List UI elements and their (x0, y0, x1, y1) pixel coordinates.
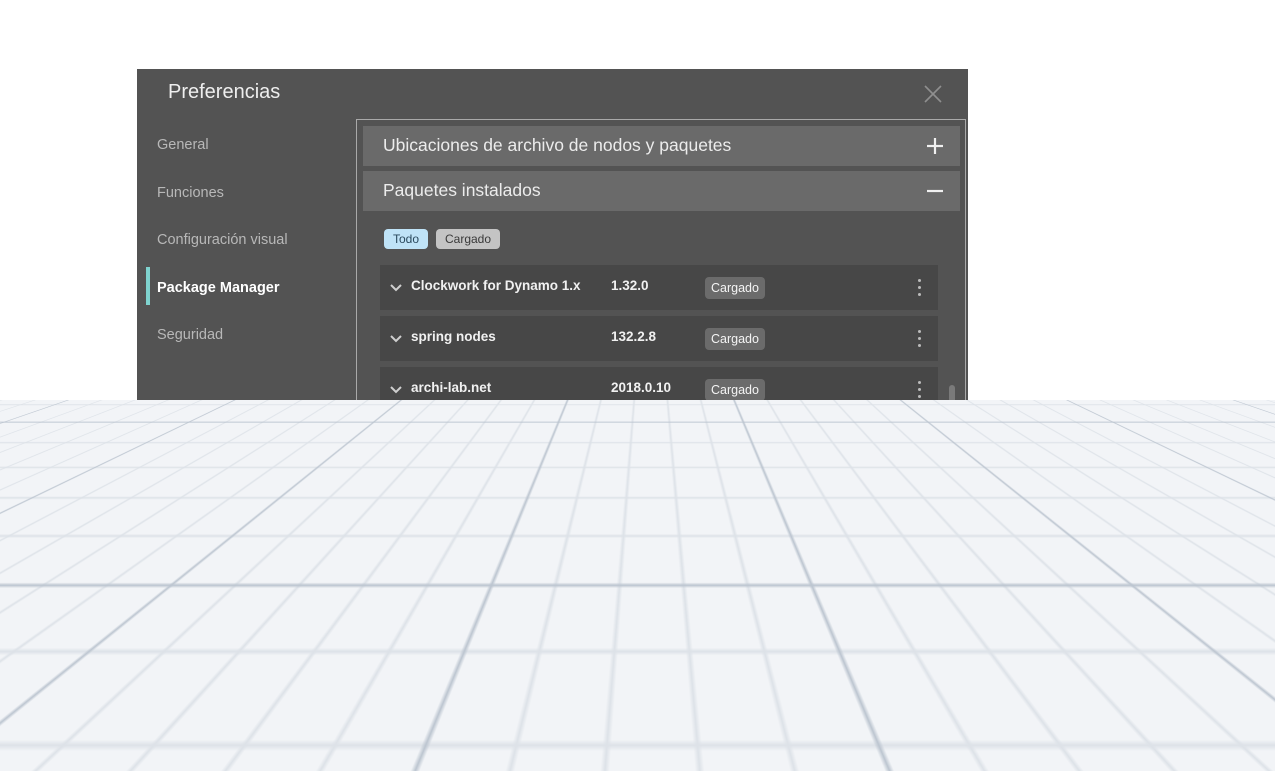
annotation-connector (1108, 627, 1168, 630)
preferences-dialog: Preferencias General Funciones Configura… (137, 69, 968, 668)
package-name: Clockwork for Dynamo 1.x (411, 278, 581, 293)
package-name: archi-lab.net (411, 380, 492, 395)
delete-highlight (924, 582, 1108, 609)
more-options-icon[interactable] (916, 481, 924, 503)
more-options-icon[interactable] (916, 430, 924, 452)
package-row[interactable]: ZeroTouchEssentialsTS 2014.0.1 Cargado (380, 469, 938, 514)
minus-icon[interactable] (926, 182, 944, 200)
chevron-down-icon[interactable] (390, 385, 402, 395)
package-row[interactable]: spring nodes 132.2.8 Cargado (380, 316, 938, 361)
package-version: 2014.0.1 (611, 482, 664, 497)
nav-item-general[interactable]: General (157, 137, 209, 153)
menu-item-publish-version[interactable]: Publicar versión... (933, 649, 1032, 663)
section-header-installed-packages[interactable]: Paquetes instalados (363, 171, 960, 211)
annotation-badge-delete: 3 (1186, 578, 1220, 612)
package-name: spring nodes (411, 329, 496, 344)
scrollbar[interactable] (949, 385, 955, 563)
chevron-down-icon[interactable] (390, 436, 402, 446)
dialog-title: Preferencias (168, 81, 281, 103)
menu-item-deprecate: Declarar obsoleto (933, 677, 1031, 691)
plus-icon[interactable] (926, 137, 944, 155)
package-name: CustomNodeModel (411, 533, 534, 548)
more-options-icon[interactable] (916, 277, 924, 299)
chevron-down-icon[interactable] (390, 538, 402, 548)
export-link[interactable]: Exportar (239, 626, 294, 642)
package-row[interactable]: archi-lab.net 2018.0.10 Cargado (380, 367, 938, 412)
nav-item-seguridad[interactable]: Seguridad (157, 327, 223, 343)
section-header-node-locations[interactable]: Ubicaciones de archivo de nodos y paquet… (363, 126, 960, 166)
status-badge: Cargado (705, 277, 765, 299)
nav-item-configuracion-visual[interactable]: Configuración visual (157, 232, 288, 248)
publish-highlight (924, 616, 1108, 641)
annotation-connector (901, 566, 904, 636)
chevron-down-icon[interactable] (390, 283, 402, 293)
more-options-icon[interactable] (916, 328, 924, 350)
annotation-connector (1108, 594, 1192, 597)
package-version: 0.0.1 (611, 431, 642, 446)
package-row[interactable]: Clockwork for Dynamo 1.x 1.32.0 Cargado (380, 265, 938, 310)
package-version: 2018.0.10 (611, 380, 672, 395)
package-manager-panel: Ubicaciones de archivo de nodos y paquet… (356, 119, 966, 605)
filter-chip-all[interactable]: Todo (384, 229, 428, 249)
package-row[interactable]: CustomNodeModel 1.1.0 Cargado (380, 520, 938, 565)
annotation-badge-publish: 2 (1162, 612, 1196, 646)
status-badge: Cargado (705, 430, 765, 452)
nav-active-indicator (146, 267, 150, 305)
annotation-badge-menu-button: 1 (885, 632, 919, 666)
package-name: CustomNodesPI (411, 431, 516, 446)
status-badge: Cargado (705, 328, 765, 350)
chevron-down-icon[interactable] (390, 487, 402, 497)
package-row[interactable]: CustomNodesPI 0.0.1 Cargado (380, 418, 938, 463)
filter-chip-loaded[interactable]: Cargado (436, 229, 500, 249)
nav-item-package-manager[interactable]: Package Manager (157, 280, 280, 296)
annotation-connector (1108, 560, 1218, 563)
annotation-badge-show-root: 1 (1211, 544, 1245, 578)
package-version: 1.1.0 (611, 533, 642, 548)
show-root-highlight (928, 548, 1108, 575)
close-icon[interactable] (923, 84, 943, 104)
package-version: 1.32.0 (611, 278, 649, 293)
more-options-icon[interactable] (916, 379, 924, 401)
package-version: 132.2.8 (611, 329, 657, 344)
menu-separator (928, 579, 1112, 580)
menu-item-undeprecate: Eliminar obsolescencia (933, 704, 1061, 718)
status-badge: Cargado (705, 481, 765, 503)
footer-separator: | (231, 626, 235, 642)
section-title: Paquetes instalados (383, 180, 541, 200)
import-link[interactable]: Importar (154, 626, 208, 642)
status-badge: Cargado (705, 532, 765, 554)
status-badge: Cargado (705, 379, 765, 401)
help-icon[interactable]: ? (212, 627, 227, 642)
menu-separator (928, 613, 1112, 614)
package-name: ZeroTouchEssentialsTS (411, 482, 564, 497)
chevron-down-icon[interactable] (390, 334, 402, 344)
nav-item-funciones[interactable]: Funciones (157, 185, 224, 201)
section-title: Ubicaciones de archivo de nodos y paquet… (383, 135, 732, 155)
footer-links: Importar? | Exportar (154, 626, 294, 642)
